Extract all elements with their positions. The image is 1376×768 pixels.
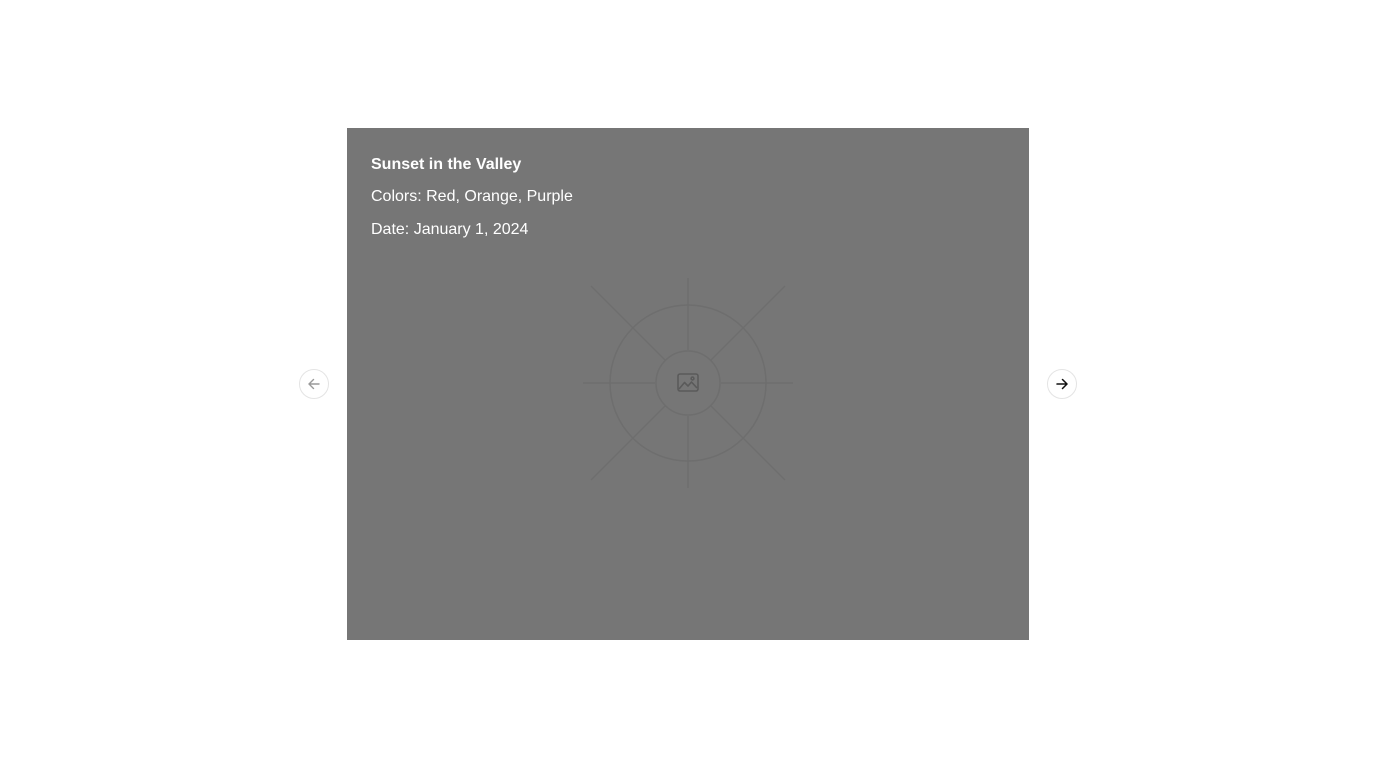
arrow-left-icon: [308, 378, 320, 390]
slide-card: Sunset in the Valley Colors: Red, Orange…: [347, 128, 1029, 640]
slide-date: Date: January 1, 2024: [371, 221, 529, 238]
arrow-right-icon: [1056, 378, 1068, 390]
slide-colors: Colors: Red, Orange, Purple: [371, 188, 573, 205]
image-placeholder-icon: [583, 278, 793, 488]
carousel: Sunset in the Valley Colors: Red, Orange…: [0, 0, 1376, 768]
previous-slide-button[interactable]: [299, 369, 329, 399]
next-slide-button[interactable]: [1047, 369, 1077, 399]
slide-title: Sunset in the Valley: [371, 156, 522, 173]
slide-caption: Sunset in the Valley Colors: Red, Orange…: [371, 154, 573, 252]
